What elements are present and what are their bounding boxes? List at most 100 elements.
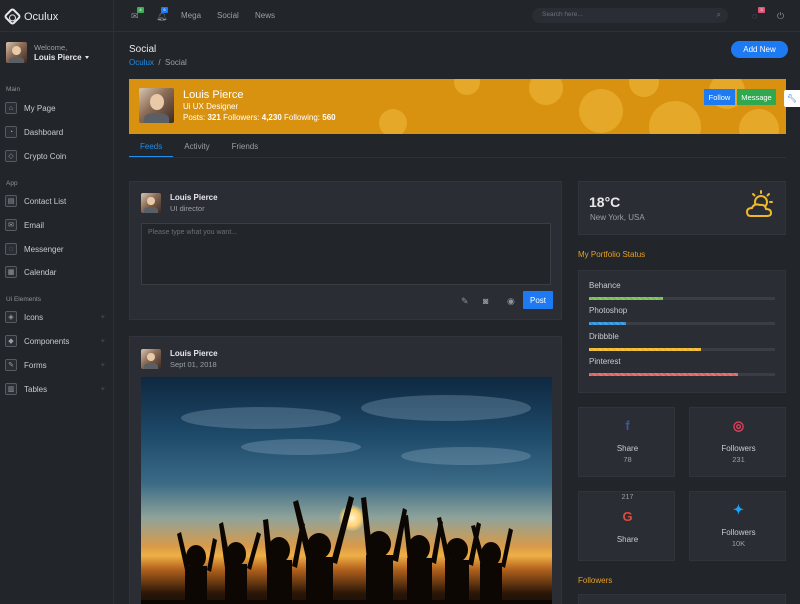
google-icon: G [622,509,633,524]
tab-friends[interactable]: Friends [221,140,270,157]
sidebar-item-my-page[interactable]: ⌂ My Page [5,102,109,114]
following-count: 560 [322,113,336,122]
bell-badge: 6 [161,7,168,13]
followers-count: 4,230 [261,113,282,122]
portfolio-item: Behance [589,281,775,300]
sidebar-item-tables[interactable]: ▥ Tables + [5,383,109,395]
weather-temperature: 18°C [589,194,621,210]
gem-icon: ◇ [5,150,17,162]
email-icon: ✉ [5,219,17,231]
portfolio-card: Behance Photoshop Dribbble Pinterest [578,270,786,393]
composer-role: UI director [170,204,205,213]
sidebar-item-label: Email [24,220,45,230]
post-textarea[interactable] [141,223,551,285]
photo-cloud [361,395,531,421]
sidebar-item-label: Tables [24,384,48,394]
stat-google[interactable]: 217 G Share [578,491,675,561]
progress-track [589,322,775,325]
banner-bokeh [454,79,480,95]
avatar [6,42,27,63]
tab-feeds[interactable]: Feeds [129,140,174,157]
search-box: ⌕ [532,8,728,23]
banner-bokeh [579,89,623,133]
logo-icon [3,7,22,26]
dashboard-icon: ◔ [5,126,17,138]
nav-link-mega[interactable]: Mega [181,11,201,20]
followers-title: Followers [578,576,613,585]
diamond-icon: ◆ [5,335,17,347]
message-button[interactable]: Message [737,89,776,105]
sidebar-item-dashboard[interactable]: ◔ Dashboard [5,126,109,138]
user-welcome: Welcome, Louis Pierce [6,42,89,63]
photo-silhouettes [141,496,552,604]
portfolio-label: Dribbble [589,332,619,341]
chat-icon[interactable]: ◌ [752,11,757,21]
profile-name: Louis Pierce [183,89,244,101]
add-new-button[interactable]: Add New [731,41,788,58]
stat-label: Share [616,444,639,453]
divider [0,31,114,32]
caret-down-icon [84,56,89,60]
photo-cloud [241,439,361,455]
search-icon[interactable]: ⌕ [717,10,721,20]
photo-cloud [181,407,341,429]
location-icon[interactable]: ◉ [507,296,515,307]
nav-link-news[interactable]: News [255,11,275,20]
portfolio-label: Behance [589,281,621,290]
stat-twitter[interactable]: ✦ Followers 10K [689,491,786,561]
portfolio-item: Photoshop [589,306,775,325]
banner-bokeh [529,79,563,105]
banner-bokeh [739,109,779,134]
sun-cloud-icon [745,190,773,217]
breadcrumb-root[interactable]: Oculux [129,58,154,67]
chat-badge: 3 [758,7,765,13]
tab-activity[interactable]: Activity [173,140,220,157]
sidebar-item-crypto-coin[interactable]: ◇ Crypto Coin [5,150,109,162]
sidebar-item-calendar[interactable]: ▦ Calendar [5,266,109,278]
nav-link-social[interactable]: Social [217,11,239,20]
logo[interactable]: Oculux [3,7,58,26]
sidebar-item-forms[interactable]: ✎ Forms + [5,359,109,371]
composer-name: Louis Pierce [170,193,218,202]
settings-tool-icon[interactable]: 🔧︎ [784,90,800,107]
banner-bokeh [379,109,407,134]
sidebar-item-icons[interactable]: ◈ Icons + [5,311,109,323]
search-input[interactable] [542,11,702,18]
twitter-icon: ✦ [733,502,744,517]
post-button[interactable]: Post [523,291,553,309]
sidebar-item-components[interactable]: ◆ Components + [5,335,109,347]
user-name: Louis Pierce [34,53,82,62]
mail-badge: 4 [137,7,144,13]
post-photo[interactable] [141,377,552,604]
sidebar-item-label: My Page [24,103,56,113]
sidebar-item-label: Icons [24,312,44,322]
progress-track [589,348,775,351]
stat-facebook[interactable]: f Share 78 [578,407,675,477]
stat-value: 10K [731,539,746,548]
stat-value: 231 [732,455,745,464]
group-main-label: Main [6,86,21,93]
stat-value: 78 [623,455,632,464]
power-icon[interactable]: ⏻ [777,11,784,22]
stat-instagram[interactable]: ◎ Followers 231 [689,407,786,477]
table-icon: ▥ [5,383,17,395]
profile-banner: Louis Pierce Ui UX Designer Posts: 321 F… [129,79,786,134]
welcome-label: Welcome, [34,43,68,52]
post-date: Sept 01, 2018 [170,360,217,369]
sidebar-item-contact-list[interactable]: ▤ Contact List [5,195,109,207]
sidebar-item-email[interactable]: ✉ Email [5,219,109,231]
breadcrumb: Oculux / Social [129,58,187,67]
pencil-icon: ✎ [5,359,17,371]
home-icon: ⌂ [5,102,17,114]
progress-fill [589,348,701,351]
banner-bokeh [629,79,659,97]
page-title: Social [129,44,157,55]
following-label: Following: [284,113,321,122]
user-menu[interactable]: Louis Pierce [34,53,89,62]
attachment-icon[interactable]: ✎ [461,296,469,307]
sidebar-item-messenger[interactable]: ◌ Messenger [5,243,109,255]
posts-count: 321 [207,113,221,122]
follow-button[interactable]: Follow [704,89,735,105]
camera-icon[interactable]: ◙ [483,296,488,306]
expand-icon: + [100,337,105,345]
